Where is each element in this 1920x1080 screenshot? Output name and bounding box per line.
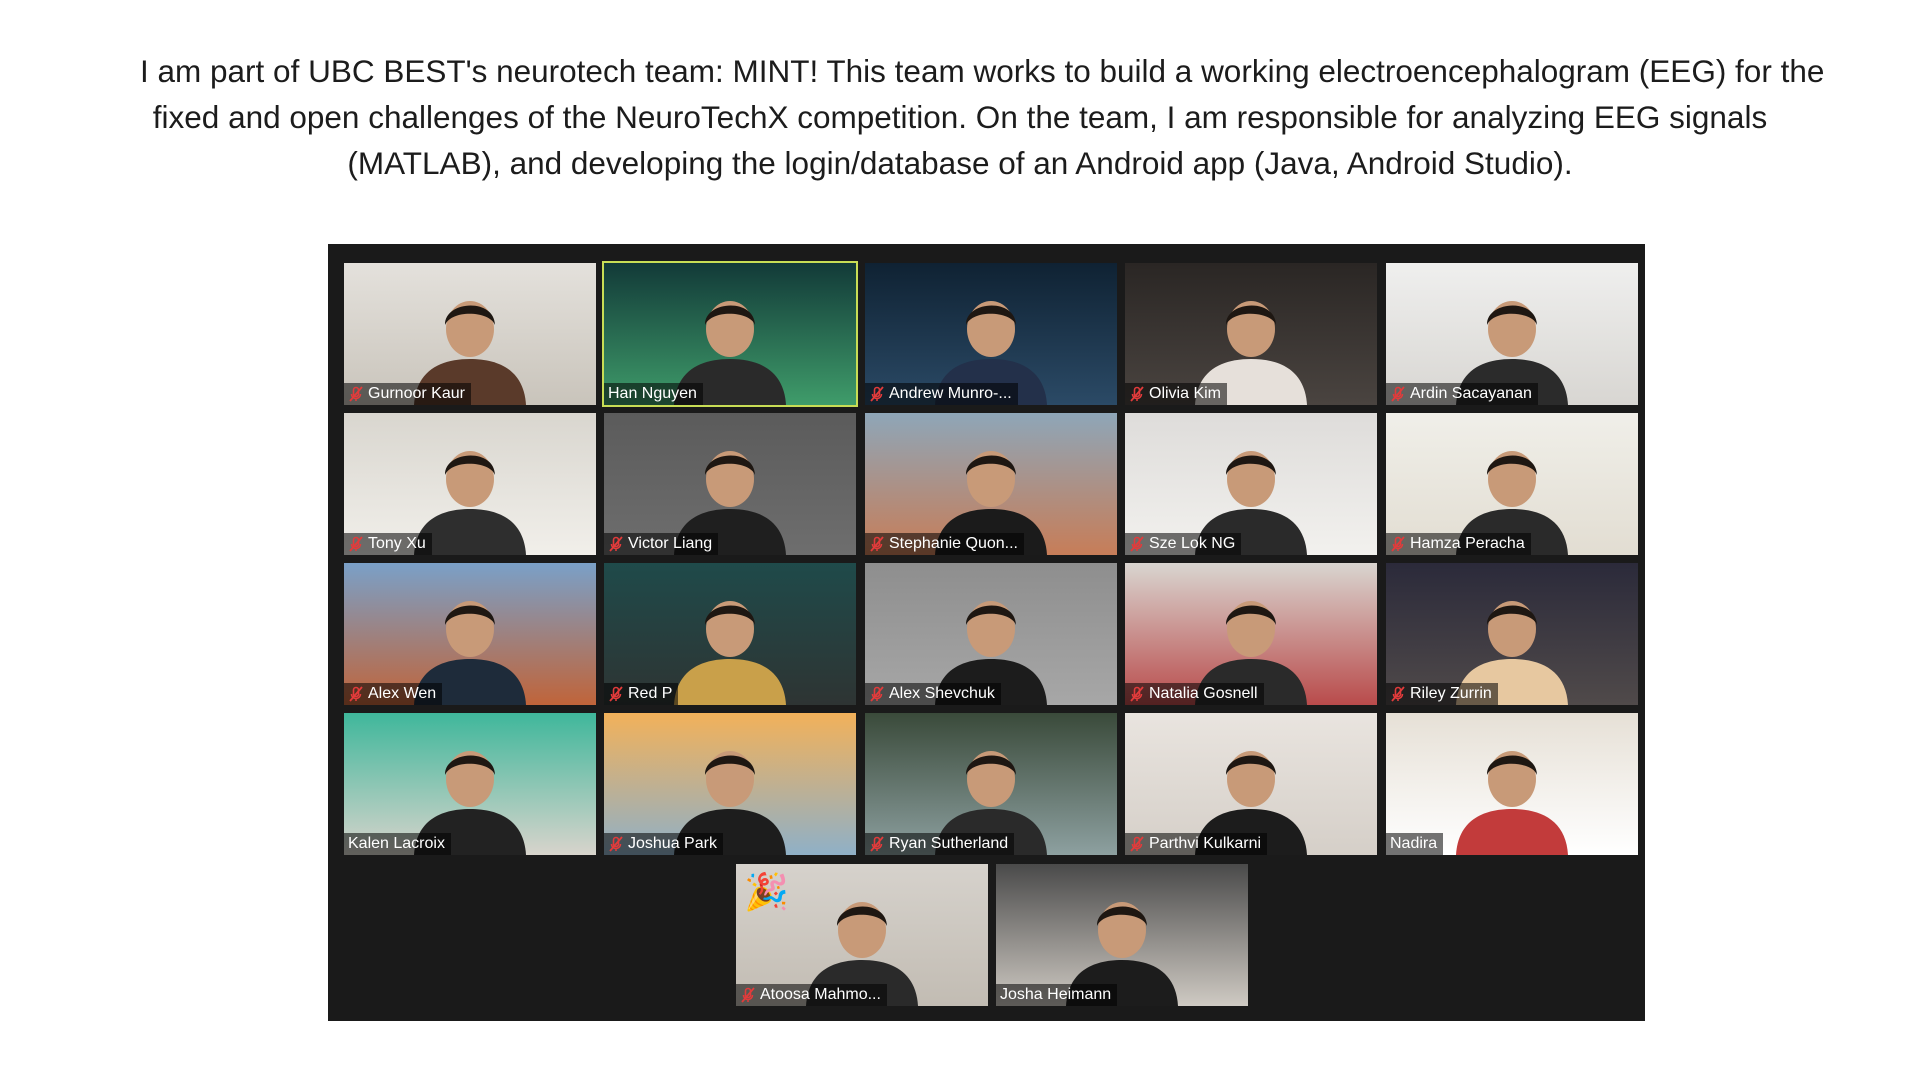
participant-tile[interactable]: Joshua Park bbox=[604, 713, 856, 855]
participant-name: Olivia Kim bbox=[1149, 385, 1222, 402]
participant-tile[interactable]: 🎉 Atoosa Mahmo... bbox=[736, 864, 988, 1006]
participant-name: Atoosa Mahmo... bbox=[760, 986, 881, 1003]
participant-tile[interactable]: Han Nguyen bbox=[602, 261, 858, 407]
microphone-muted-icon bbox=[870, 386, 884, 402]
microphone-muted-icon bbox=[870, 836, 884, 852]
participant-nameplate: Natalia Gosnell bbox=[1125, 683, 1264, 705]
participant-tile[interactable]: Alex Shevchuk bbox=[865, 563, 1117, 705]
participant-nameplate: Andrew Munro-... bbox=[865, 383, 1018, 405]
participant-name: Ryan Sutherland bbox=[889, 835, 1009, 852]
microphone-muted-icon bbox=[870, 536, 884, 552]
participant-name: Alex Shevchuk bbox=[889, 685, 995, 702]
participant-nameplate: Parthvi Kulkarni bbox=[1125, 833, 1268, 855]
participant-nameplate: Ardin Sacayanan bbox=[1386, 383, 1538, 405]
participant-tile[interactable]: Nadira bbox=[1386, 713, 1638, 855]
participant-name: Red P bbox=[628, 685, 673, 702]
participant-nameplate: Tony Xu bbox=[344, 533, 432, 555]
microphone-muted-icon bbox=[609, 836, 623, 852]
participant-tile[interactable]: Sze Lok NG bbox=[1125, 413, 1377, 555]
microphone-muted-icon bbox=[1130, 686, 1144, 702]
microphone-muted-icon bbox=[349, 536, 363, 552]
microphone-muted-icon bbox=[1130, 836, 1144, 852]
participant-name: Kalen Lacroix bbox=[348, 835, 445, 852]
participant-tile[interactable]: Tony Xu bbox=[344, 413, 596, 555]
microphone-muted-icon bbox=[741, 987, 755, 1003]
participant-name: Riley Zurrin bbox=[1410, 685, 1492, 702]
participant-tile[interactable]: Alex Wen bbox=[344, 563, 596, 705]
participant-nameplate: Stephanie Quon... bbox=[865, 533, 1024, 555]
participant-name: Hamza Peracha bbox=[1410, 535, 1525, 552]
participant-tile[interactable]: Natalia Gosnell bbox=[1125, 563, 1377, 705]
participant-nameplate: Josha Heimann bbox=[996, 984, 1118, 1006]
intro-line-1: I am part of UBC BEST's neurotech team: … bbox=[140, 53, 1825, 89]
party-popper-icon: 🎉 bbox=[744, 871, 789, 912]
participant-nameplate: Ryan Sutherland bbox=[865, 833, 1015, 855]
page: I am part of UBC BEST's neurotech team: … bbox=[0, 0, 1920, 1080]
microphone-muted-icon bbox=[1391, 686, 1405, 702]
participant-nameplate: Alex Shevchuk bbox=[865, 683, 1001, 705]
participant-name: Andrew Munro-... bbox=[889, 385, 1012, 402]
participant-nameplate: Red P bbox=[604, 683, 679, 705]
participant-nameplate: Nadira bbox=[1386, 833, 1444, 855]
microphone-muted-icon bbox=[349, 686, 363, 702]
participant-name: Han Nguyen bbox=[608, 385, 697, 402]
microphone-muted-icon bbox=[1391, 536, 1405, 552]
participant-name: Stephanie Quon... bbox=[889, 535, 1018, 552]
participant-name: Alex Wen bbox=[368, 685, 437, 702]
participant-name: Ardin Sacayanan bbox=[1410, 385, 1532, 402]
participant-tile[interactable]: Parthvi Kulkarni bbox=[1125, 713, 1377, 855]
intro-line-3: (MATLAB), and developing the login/datab… bbox=[347, 145, 1573, 181]
participant-nameplate: Riley Zurrin bbox=[1386, 683, 1498, 705]
participant-name: Victor Liang bbox=[628, 535, 713, 552]
participant-tile[interactable]: Hamza Peracha bbox=[1386, 413, 1638, 555]
participant-tile[interactable]: Ryan Sutherland bbox=[865, 713, 1117, 855]
participant-nameplate: Han Nguyen bbox=[604, 383, 703, 405]
participant-name: Joshua Park bbox=[628, 835, 717, 852]
participant-name: Natalia Gosnell bbox=[1149, 685, 1258, 702]
intro-line-2: fixed and open challenges of the NeuroTe… bbox=[152, 99, 1768, 135]
participant-name: Josha Heimann bbox=[1000, 986, 1112, 1003]
participant-nameplate: Gurnoor Kaur bbox=[344, 383, 471, 405]
participant-nameplate: Atoosa Mahmo... bbox=[736, 984, 887, 1006]
participant-tile[interactable]: Ardin Sacayanan bbox=[1386, 263, 1638, 405]
microphone-muted-icon bbox=[1391, 386, 1405, 402]
participant-tile[interactable]: Victor Liang bbox=[604, 413, 856, 555]
participant-nameplate: Olivia Kim bbox=[1125, 383, 1228, 405]
microphone-muted-icon bbox=[349, 386, 363, 402]
participant-nameplate: Kalen Lacroix bbox=[344, 833, 451, 855]
participant-name: Tony Xu bbox=[368, 535, 426, 552]
participant-tile[interactable]: Stephanie Quon... bbox=[865, 413, 1117, 555]
participant-name: Sze Lok NG bbox=[1149, 535, 1236, 552]
participant-tile[interactable]: Red P bbox=[604, 563, 856, 705]
participant-tile[interactable]: Kalen Lacroix bbox=[344, 713, 596, 855]
microphone-muted-icon bbox=[1130, 386, 1144, 402]
participant-name: Nadira bbox=[1390, 835, 1438, 852]
intro-paragraph: I am part of UBC BEST's neurotech team: … bbox=[140, 48, 1825, 186]
participant-nameplate: Joshua Park bbox=[604, 833, 723, 855]
zoom-gallery-view: Gurnoor Kaur Han Nguyen Andrew Munro-... Ol… bbox=[328, 244, 1645, 1021]
participant-nameplate: Alex Wen bbox=[344, 683, 443, 705]
participant-name: Parthvi Kulkarni bbox=[1149, 835, 1262, 852]
microphone-muted-icon bbox=[1130, 536, 1144, 552]
participant-tile[interactable]: Riley Zurrin bbox=[1386, 563, 1638, 705]
microphone-muted-icon bbox=[609, 536, 623, 552]
participant-nameplate: Hamza Peracha bbox=[1386, 533, 1531, 555]
participant-name: Gurnoor Kaur bbox=[368, 385, 465, 402]
microphone-muted-icon bbox=[609, 686, 623, 702]
participant-tile[interactable]: Olivia Kim bbox=[1125, 263, 1377, 405]
participant-tile[interactable]: Andrew Munro-... bbox=[865, 263, 1117, 405]
participant-nameplate: Victor Liang bbox=[604, 533, 719, 555]
participant-nameplate: Sze Lok NG bbox=[1125, 533, 1242, 555]
participant-tile[interactable]: Gurnoor Kaur bbox=[344, 263, 596, 405]
microphone-muted-icon bbox=[870, 686, 884, 702]
participant-tile[interactable]: Josha Heimann bbox=[996, 864, 1248, 1006]
